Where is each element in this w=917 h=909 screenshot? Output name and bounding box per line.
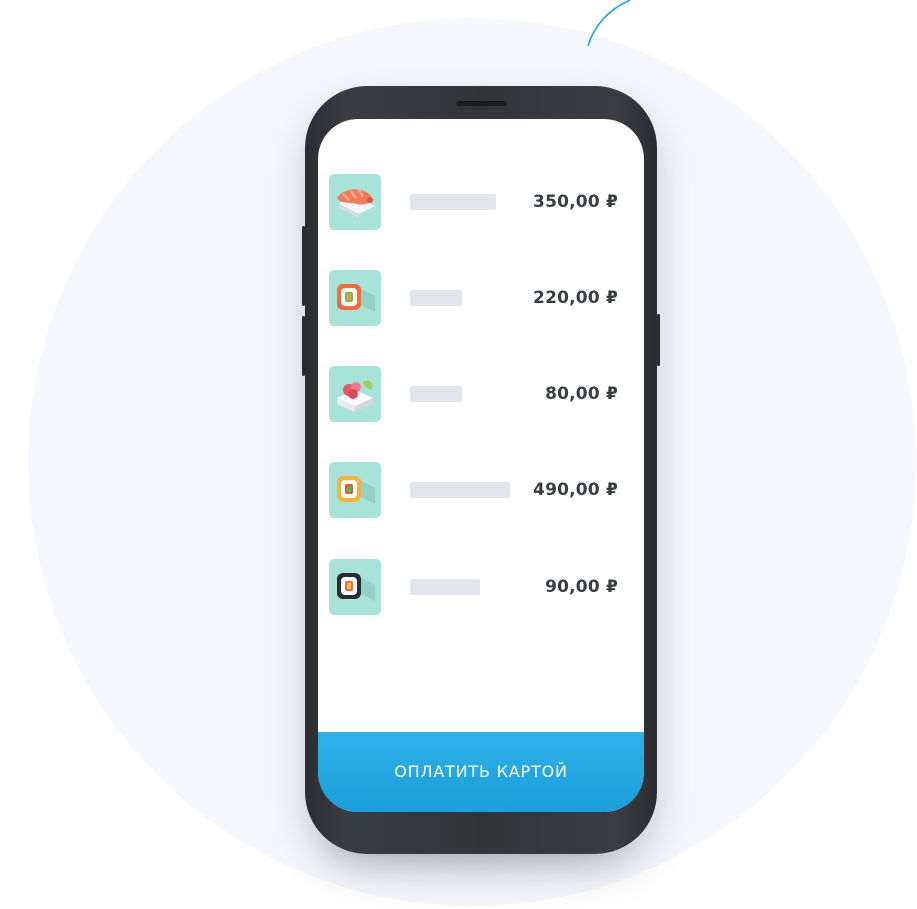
item-name-placeholder <box>410 194 496 210</box>
maki-roll-icon <box>329 559 381 615</box>
list-item[interactable]: 350,00 ₽ <box>318 174 644 230</box>
item-price: 90,00 ₽ <box>545 577 618 597</box>
item-price: 490,00 ₽ <box>533 480 618 500</box>
item-name-placeholder <box>410 482 510 498</box>
item-name-placeholder <box>410 386 462 402</box>
volume-down-button <box>302 316 305 376</box>
list-item[interactable]: 90,00 ₽ <box>318 559 644 615</box>
nigiri-sushi-icon <box>329 174 381 230</box>
decorative-arc <box>587 0 631 47</box>
list-item[interactable]: 220,00 ₽ <box>318 270 644 326</box>
item-price: 220,00 ₽ <box>533 288 618 308</box>
list-item[interactable]: 490,00 ₽ <box>318 462 644 518</box>
app-screen: 350,00 ₽ 220,00 ₽ 80,00 ₽ 490,00 ₽ 90,00… <box>318 119 644 812</box>
volume-up-button <box>302 226 305 306</box>
phone-frame: 350,00 ₽ 220,00 ₽ 80,00 ₽ 490,00 ₽ 90,00… <box>302 86 660 854</box>
salad-box-icon <box>329 366 381 422</box>
item-name-placeholder <box>410 579 480 595</box>
yellow-roll-icon <box>329 462 381 518</box>
phone-speaker <box>456 101 506 106</box>
item-price: 350,00 ₽ <box>533 192 618 212</box>
power-button <box>657 314 660 366</box>
salmon-roll-icon <box>329 270 381 326</box>
pay-by-card-button[interactable]: ОПЛАТИТЬ КАРТОЙ <box>318 732 644 812</box>
item-name-placeholder <box>410 290 462 306</box>
list-item[interactable]: 80,00 ₽ <box>318 366 644 422</box>
item-price: 80,00 ₽ <box>545 384 618 404</box>
